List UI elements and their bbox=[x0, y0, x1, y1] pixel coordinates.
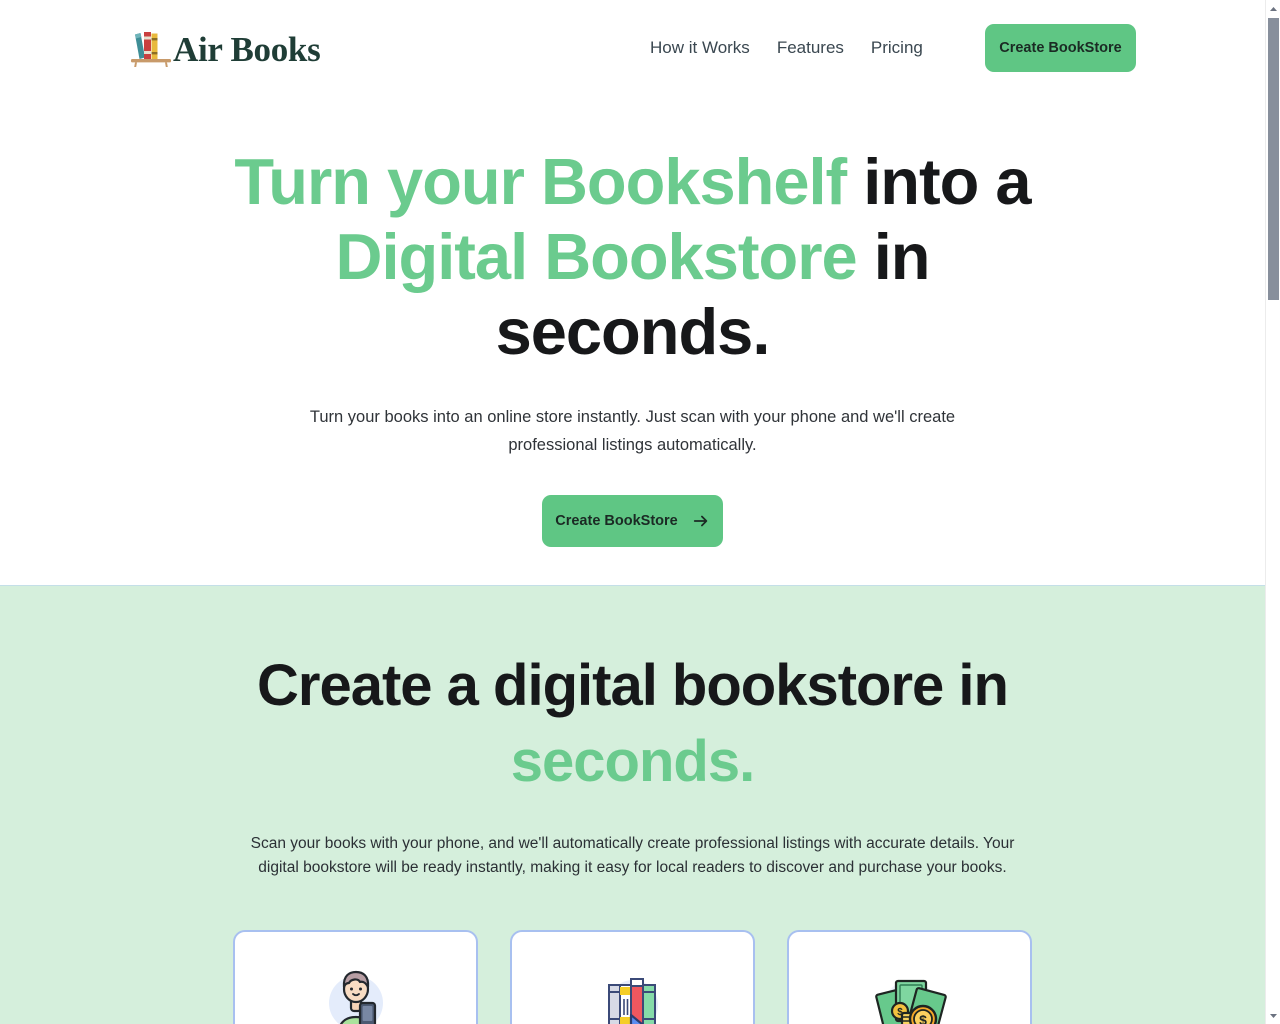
feature-card-listings[interactable] bbox=[510, 930, 755, 1024]
hero-subtitle: Turn your books into an online store ins… bbox=[309, 408, 956, 454]
bookshelf-logo-icon bbox=[128, 24, 174, 70]
main-navigation: How it Works Features Pricing bbox=[650, 0, 923, 96]
hero-title-accent-2: Digital Bookstore bbox=[335, 220, 858, 293]
brand-name: Air Books bbox=[173, 30, 321, 69]
money-cash-coins-icon: $ $ bbox=[868, 959, 952, 1024]
site-header: Air Books How it Works Features Pricing … bbox=[0, 0, 1265, 96]
arrow-right-icon bbox=[692, 512, 710, 530]
person-scanning-phone-icon bbox=[314, 959, 398, 1024]
features-intro-section: Create a digital bookstore in seconds. S… bbox=[0, 585, 1265, 1024]
nav-item-pricing[interactable]: Pricing bbox=[871, 36, 923, 60]
brand-logo[interactable]: Air Books bbox=[128, 24, 321, 70]
scrollbar-up-button[interactable] bbox=[1266, 0, 1280, 17]
feature-card-scan[interactable] bbox=[233, 930, 478, 1024]
page-root: Air Books How it Works Features Pricing … bbox=[0, 0, 1280, 1024]
section-title-accent: seconds. bbox=[510, 729, 755, 794]
scroll-down-arrow-icon bbox=[1269, 1013, 1278, 1019]
svg-text:$: $ bbox=[919, 1012, 927, 1024]
section-title-plain: Create a digital bookstore in bbox=[257, 653, 1009, 718]
hero-cta-container: Create BookStore bbox=[0, 495, 1265, 547]
books-with-cursor-icon bbox=[591, 959, 675, 1024]
hero-cta-label: Create BookStore bbox=[555, 513, 678, 529]
scroll-up-arrow-icon bbox=[1269, 6, 1278, 12]
nav-item-features[interactable]: Features bbox=[777, 36, 844, 60]
hero-create-bookstore-button[interactable]: Create BookStore bbox=[542, 495, 723, 547]
hero-title-accent-1: Turn your Bookshelf bbox=[234, 145, 847, 218]
header-create-bookstore-button[interactable]: Create BookStore bbox=[985, 24, 1136, 72]
nav-item-how-it-works[interactable]: How it Works bbox=[650, 36, 750, 60]
feature-card-earnings[interactable]: $ $ bbox=[787, 930, 1032, 1024]
hero-title: Turn your Bookshelf into a Digital Books… bbox=[223, 144, 1043, 369]
scrollbar-thumb[interactable] bbox=[1268, 18, 1279, 300]
scrollbar-down-button[interactable] bbox=[1266, 1007, 1280, 1024]
section-title: Create a digital bookstore in seconds. bbox=[213, 648, 1053, 800]
section-subtitle: Scan your books with your phone, and we'… bbox=[250, 835, 1015, 876]
feature-cards-list: $ $ bbox=[0, 930, 1265, 1024]
hero-section: Turn your Bookshelf into a Digital Books… bbox=[0, 96, 1265, 547]
hero-title-plain-1: into a bbox=[846, 145, 1031, 218]
browser-viewport: Air Books How it Works Features Pricing … bbox=[0, 0, 1265, 1024]
browser-scrollbar[interactable] bbox=[1265, 0, 1280, 1024]
